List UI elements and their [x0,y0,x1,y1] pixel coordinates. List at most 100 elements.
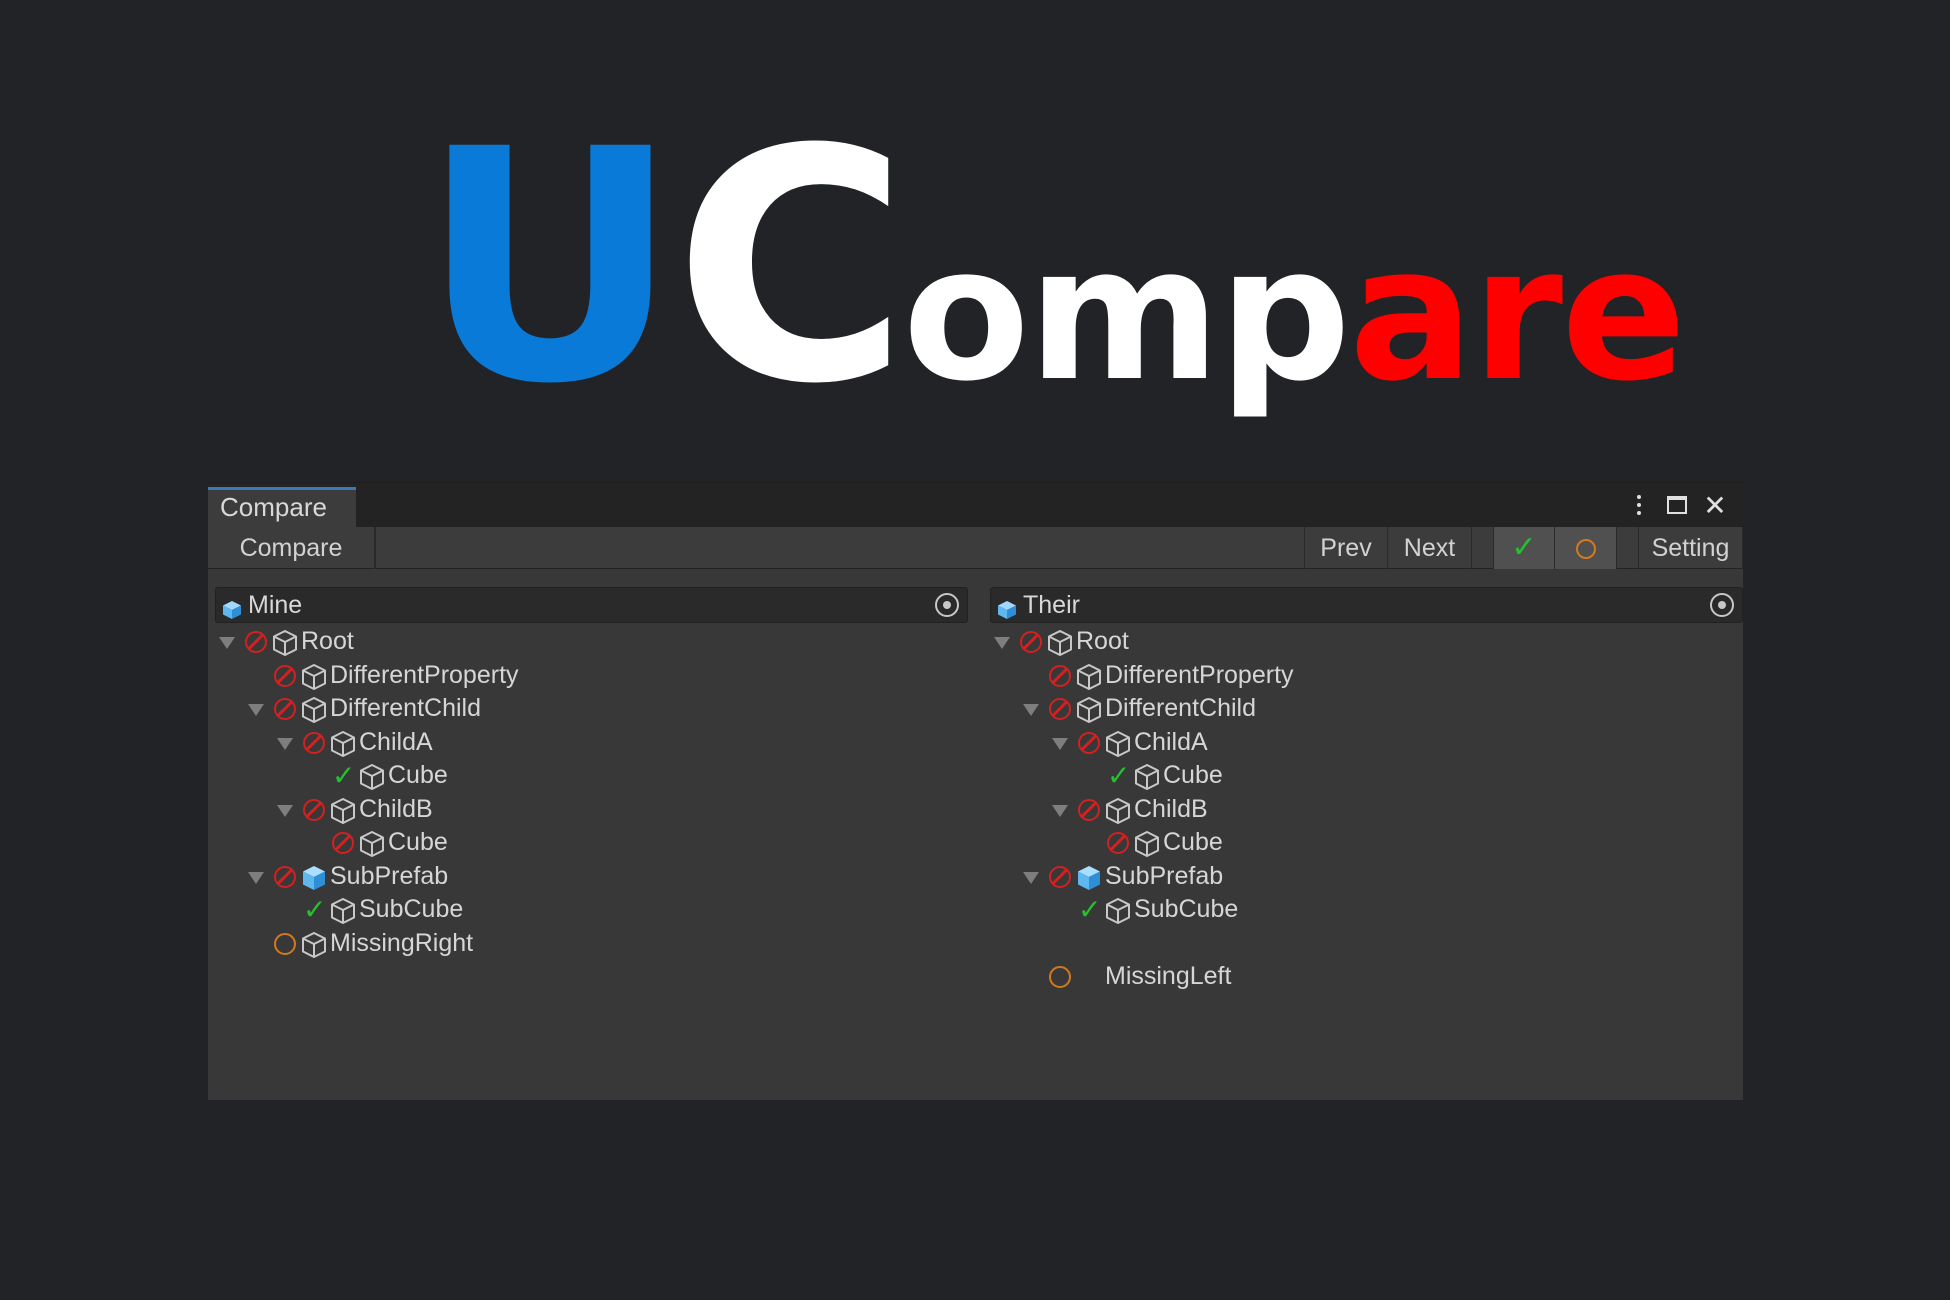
tree-row-label: SubCube [1134,895,1239,923]
expand-arrow-icon[interactable] [1023,871,1039,884]
tree-row[interactable]: DifferentChild [990,692,1743,726]
tree-row[interactable]: Cube [215,826,968,860]
tree-row-label: Root [301,627,354,655]
compare-window: Compare ✕ Compare Prev Next ✓ Setting Mi… [208,482,1743,1100]
gameobject-icon [300,931,328,959]
different-status-icon [1078,731,1100,754]
tree-row-label: DifferentProperty [1105,660,1294,689]
tree-row[interactable]: Root [990,625,1743,659]
tree-row-label: MissingRight [330,928,474,957]
gameobject-icon [300,696,328,724]
mine-object-field[interactable]: Mine [215,587,968,623]
ucompare-logo: UCompare [420,82,1687,454]
tree-row[interactable]: SubPrefab [990,860,1743,894]
tree-row[interactable]: Root [215,625,968,659]
tree-row-label: ChildB [1134,794,1208,823]
their-field-label: Their [1023,591,1080,619]
tree-row[interactable]: DifferentProperty [215,659,968,693]
different-status-icon [274,698,296,720]
tree-row[interactable] [990,927,1743,961]
tree-row-label: Cube [388,761,448,789]
expand-arrow-icon[interactable] [248,704,264,716]
compare-button[interactable]: Compare [208,527,376,569]
tree-row[interactable]: MissingLeft [990,960,1743,994]
mine-field-label: Mine [248,591,303,619]
different-status-icon [1107,832,1129,854]
tree-row-label: ChildB [359,794,433,823]
expand-arrow-icon[interactable] [277,804,293,817]
tree-row[interactable]: ChildB [215,793,968,827]
their-pane: Their Root DifferentProperty DifferentChil… [990,587,1743,994]
tree-row[interactable]: Cube [990,826,1743,860]
gameobject-icon [1075,663,1103,691]
tree-row[interactable]: MissingRight [215,927,968,961]
prefab-icon [1075,864,1103,892]
different-status-icon [245,631,267,653]
gameobject-icon [1104,797,1132,825]
different-status-icon [332,832,354,854]
expand-arrow-icon[interactable] [994,637,1010,649]
logo-letters: ar [1348,206,1563,422]
prefab-icon [997,595,1017,629]
tree-row-label: Cube [1163,761,1223,789]
object-picker-icon[interactable] [935,593,959,617]
different-status-icon [303,731,325,754]
prev-button[interactable]: Prev [1304,527,1388,569]
tree-row-label: Cube [1163,828,1223,856]
toolbar: Compare Prev Next ✓ Setting [208,527,1743,569]
tree-row[interactable]: ChildA [990,726,1743,760]
their-object-field[interactable]: Their [990,587,1743,623]
expand-arrow-icon[interactable] [1052,804,1068,817]
different-status-icon [1049,698,1071,720]
different-status-icon [303,798,325,821]
match-status-icon: ✓ [1078,894,1102,925]
logo-letters: e [1561,206,1686,422]
tree-row-label: DifferentChild [330,694,482,722]
tree-row-label: DifferentChild [1105,694,1257,722]
gameobject-icon [1133,830,1161,858]
window-controls: ✕ [1627,489,1727,521]
different-status-icon [274,865,296,888]
tree-row-label: Root [1076,627,1129,655]
tree-row-label: SubPrefab [1105,861,1224,890]
logo-letters: U [420,82,680,454]
show-missing-toggle[interactable] [1555,527,1617,569]
expand-arrow-icon[interactable] [277,737,293,750]
tree-row[interactable]: SubPrefab [215,860,968,894]
tree-row-label: SubPrefab [330,861,449,890]
tree-row[interactable]: ✓ SubCube [215,893,968,927]
tree-row[interactable]: ✓ Cube [215,759,968,793]
tree-row-label: ChildA [1134,727,1208,756]
expand-arrow-icon[interactable] [1023,704,1039,716]
expand-arrow-icon[interactable] [1052,737,1068,750]
gameobject-icon [1133,763,1161,791]
gameobject-icon [329,797,357,825]
close-icon[interactable]: ✕ [1703,490,1727,521]
tree-row[interactable]: DifferentProperty [990,659,1743,693]
tree-row[interactable]: ✓ Cube [990,759,1743,793]
expand-arrow-icon[interactable] [219,637,235,649]
missing-status-icon [274,932,296,955]
gameobject-icon [1046,629,1074,657]
gameobject-icon [1075,696,1103,724]
object-picker-icon[interactable] [1710,593,1734,617]
tab-compare[interactable]: Compare [208,487,356,527]
maximize-icon[interactable] [1665,490,1689,520]
different-status-icon [1020,631,1042,653]
tree-row[interactable]: ChildA [215,726,968,760]
logo-letters: C [673,82,909,454]
next-button[interactable]: Next [1388,527,1472,569]
checkmark-icon: ✓ [1511,531,1537,564]
prefab-icon [222,595,242,629]
tree-row[interactable]: ✓ SubCube [990,893,1743,927]
their-tree: Root DifferentProperty DifferentChild Child… [990,625,1743,994]
tree-row[interactable]: ChildB [990,793,1743,827]
setting-button[interactable]: Setting [1638,527,1743,569]
more-options-icon[interactable] [1627,490,1651,520]
gameobject-icon [329,730,357,758]
expand-arrow-icon[interactable] [248,871,264,884]
mine-pane: Mine Root DifferentProperty DifferentChild… [215,587,968,960]
show-ok-toggle[interactable]: ✓ [1493,527,1555,569]
tree-row[interactable]: DifferentChild [215,692,968,726]
gameobject-icon [1104,730,1132,758]
